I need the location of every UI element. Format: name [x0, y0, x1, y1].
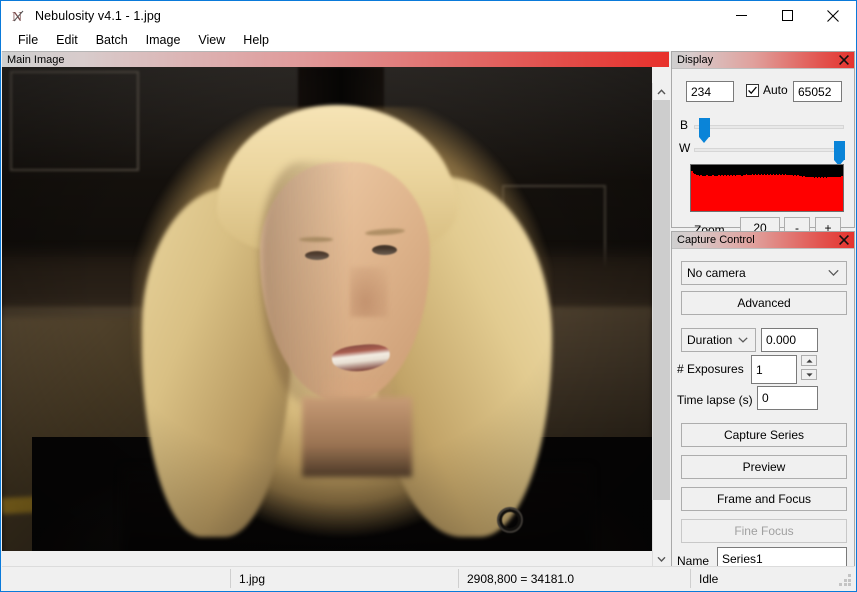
triangle-down-icon [805, 372, 813, 377]
scroll-up-button[interactable] [653, 83, 670, 100]
duration-mode-value: Duration [687, 333, 733, 347]
exposures-spinner[interactable] [801, 355, 817, 380]
display-panel-caption-bar: Display [672, 52, 854, 69]
capture-panel-caption-bar: Capture Control [672, 232, 854, 249]
preview-button[interactable]: Preview [681, 455, 847, 479]
chevron-down-icon [657, 556, 666, 562]
display-panel-title: Display [677, 54, 714, 66]
histogram-bars [691, 165, 843, 211]
main-image-pane: Main Image [2, 51, 670, 583]
menu-help[interactable]: Help [234, 31, 278, 50]
display-panel: Display 234 Auto 65052 B W Zoom 20 - + [671, 51, 855, 239]
photo-vignette [2, 67, 652, 551]
exposures-label: # Exposures [677, 362, 744, 376]
white-slider-thumb[interactable] [834, 141, 845, 166]
status-bar: 1.jpg 2908,800 = 34181.0 Idle [2, 566, 855, 590]
maximize-icon [781, 10, 793, 21]
advanced-button[interactable]: Advanced [681, 291, 847, 315]
status-filename: 1.jpg [239, 571, 266, 586]
auto-stretch-checkbox[interactable]: Auto [746, 83, 788, 97]
black-slider-thumb[interactable] [699, 118, 710, 143]
status-state: Idle [699, 571, 719, 586]
right-dock: Display 234 Auto 65052 B W Zoom 20 - + C… [671, 51, 855, 571]
exposures-spin-down[interactable] [801, 369, 817, 380]
minimize-icon [735, 15, 747, 16]
chevron-down-icon [738, 337, 748, 343]
application-window: N Nebulosity v4.1 - 1.jpg [0, 0, 857, 592]
menu-batch[interactable]: Batch [87, 31, 137, 50]
duration-input[interactable]: 0.000 [761, 328, 818, 352]
close-button[interactable] [810, 1, 856, 30]
checkmark-icon [748, 86, 757, 94]
close-icon [838, 234, 849, 245]
exposures-spin-up[interactable] [801, 355, 817, 366]
auto-checkbox-box[interactable] [746, 83, 759, 97]
close-icon [838, 54, 849, 65]
histogram [690, 164, 844, 212]
resize-grip-icon[interactable] [839, 574, 852, 587]
timelapse-label: Time lapse (s) [677, 393, 753, 407]
capture-series-button[interactable]: Capture Series [681, 423, 847, 447]
display-panel-close-button[interactable] [837, 53, 850, 66]
capture-panel-title: Capture Control [677, 234, 755, 246]
duration-mode-select[interactable]: Duration [681, 328, 756, 352]
menu-image[interactable]: Image [137, 31, 190, 50]
main-image-caption-label: Main Image [7, 54, 65, 66]
image-vertical-scrollbar[interactable] [652, 83, 670, 567]
exposures-input[interactable]: 1 [751, 355, 797, 384]
camera-select-value: No camera [687, 266, 746, 280]
maximize-button[interactable] [764, 1, 810, 30]
histogram-bar [841, 176, 843, 211]
capture-control-panel: Capture Control No camera Advanced Durat… [671, 231, 855, 571]
timelapse-input[interactable]: 0 [757, 386, 818, 410]
minimize-button[interactable] [718, 1, 764, 30]
white-slider-label: W [679, 141, 691, 155]
fine-focus-button[interactable]: Fine Focus [681, 519, 847, 543]
menu-bar: File Edit Batch Image View Help [1, 30, 856, 51]
black-slider[interactable] [694, 118, 844, 143]
white-slider[interactable] [694, 141, 845, 166]
title-bar: N Nebulosity v4.1 - 1.jpg [1, 1, 856, 30]
triangle-up-icon [805, 358, 813, 363]
image-canvas[interactable] [2, 67, 652, 551]
window-title: Nebulosity v4.1 - 1.jpg [35, 8, 161, 23]
black-slider-label: B [680, 118, 689, 132]
status-pixel-readout: 2908,800 = 34181.0 [467, 571, 575, 586]
menu-view[interactable]: View [189, 31, 234, 50]
frame-and-focus-button[interactable]: Frame and Focus [681, 487, 847, 511]
camera-select[interactable]: No camera [681, 261, 847, 285]
menu-edit[interactable]: Edit [47, 31, 87, 50]
window-controls [718, 1, 856, 30]
black-level-input[interactable]: 234 [686, 81, 734, 102]
auto-checkbox-label: Auto [763, 83, 788, 97]
chevron-up-icon [657, 88, 666, 94]
chevron-down-icon [828, 269, 839, 277]
nebulosity-icon: N [11, 8, 27, 24]
vertical-scroll-thumb[interactable] [653, 100, 670, 500]
capture-panel-close-button[interactable] [837, 233, 850, 246]
scroll-down-button[interactable] [653, 550, 670, 567]
white-level-input[interactable]: 65052 [793, 81, 842, 102]
main-image-caption-bar: Main Image [2, 51, 669, 67]
image-canvas-area [2, 67, 670, 583]
menu-file[interactable]: File [9, 31, 47, 50]
close-icon [827, 9, 839, 22]
